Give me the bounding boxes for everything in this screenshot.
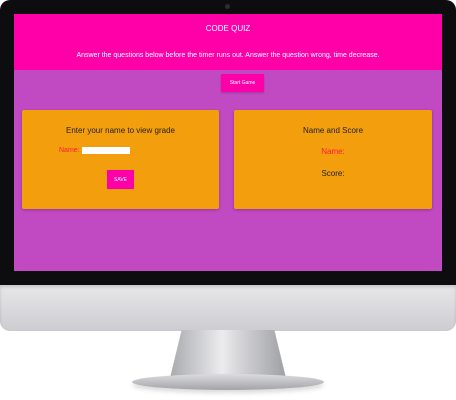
monitor-frame: CODE QUIZ Answer the questions below bef… bbox=[0, 0, 456, 290]
name-input[interactable] bbox=[81, 147, 130, 154]
monitor-screen: CODE QUIZ Answer the questions below bef… bbox=[14, 14, 442, 271]
save-button[interactable]: SAVE bbox=[107, 170, 134, 189]
start-game-button[interactable]: Start Game bbox=[221, 74, 264, 92]
name-row: Name: bbox=[59, 147, 130, 154]
score-value-label: Score: bbox=[321, 169, 345, 178]
score-card-heading: Name and Score bbox=[302, 126, 364, 135]
monitor-stand-base bbox=[132, 374, 324, 390]
page-header: CODE QUIZ Answer the questions below bef… bbox=[14, 14, 442, 70]
camera-icon bbox=[225, 4, 230, 9]
page-title: CODE QUIZ bbox=[205, 24, 251, 33]
name-entry-heading: Enter your name to view grade bbox=[66, 126, 175, 135]
name-entry-card: Enter your name to view grade Name: SAVE bbox=[22, 110, 219, 209]
score-card: Name and Score Name: Score: bbox=[234, 110, 432, 209]
monitor-chin bbox=[0, 285, 456, 331]
instructions-text: Answer the questions below before the ti… bbox=[76, 52, 380, 59]
monitor-stand bbox=[170, 330, 286, 378]
name-label: Name: bbox=[59, 147, 80, 154]
score-name-label: Name: bbox=[321, 147, 345, 156]
